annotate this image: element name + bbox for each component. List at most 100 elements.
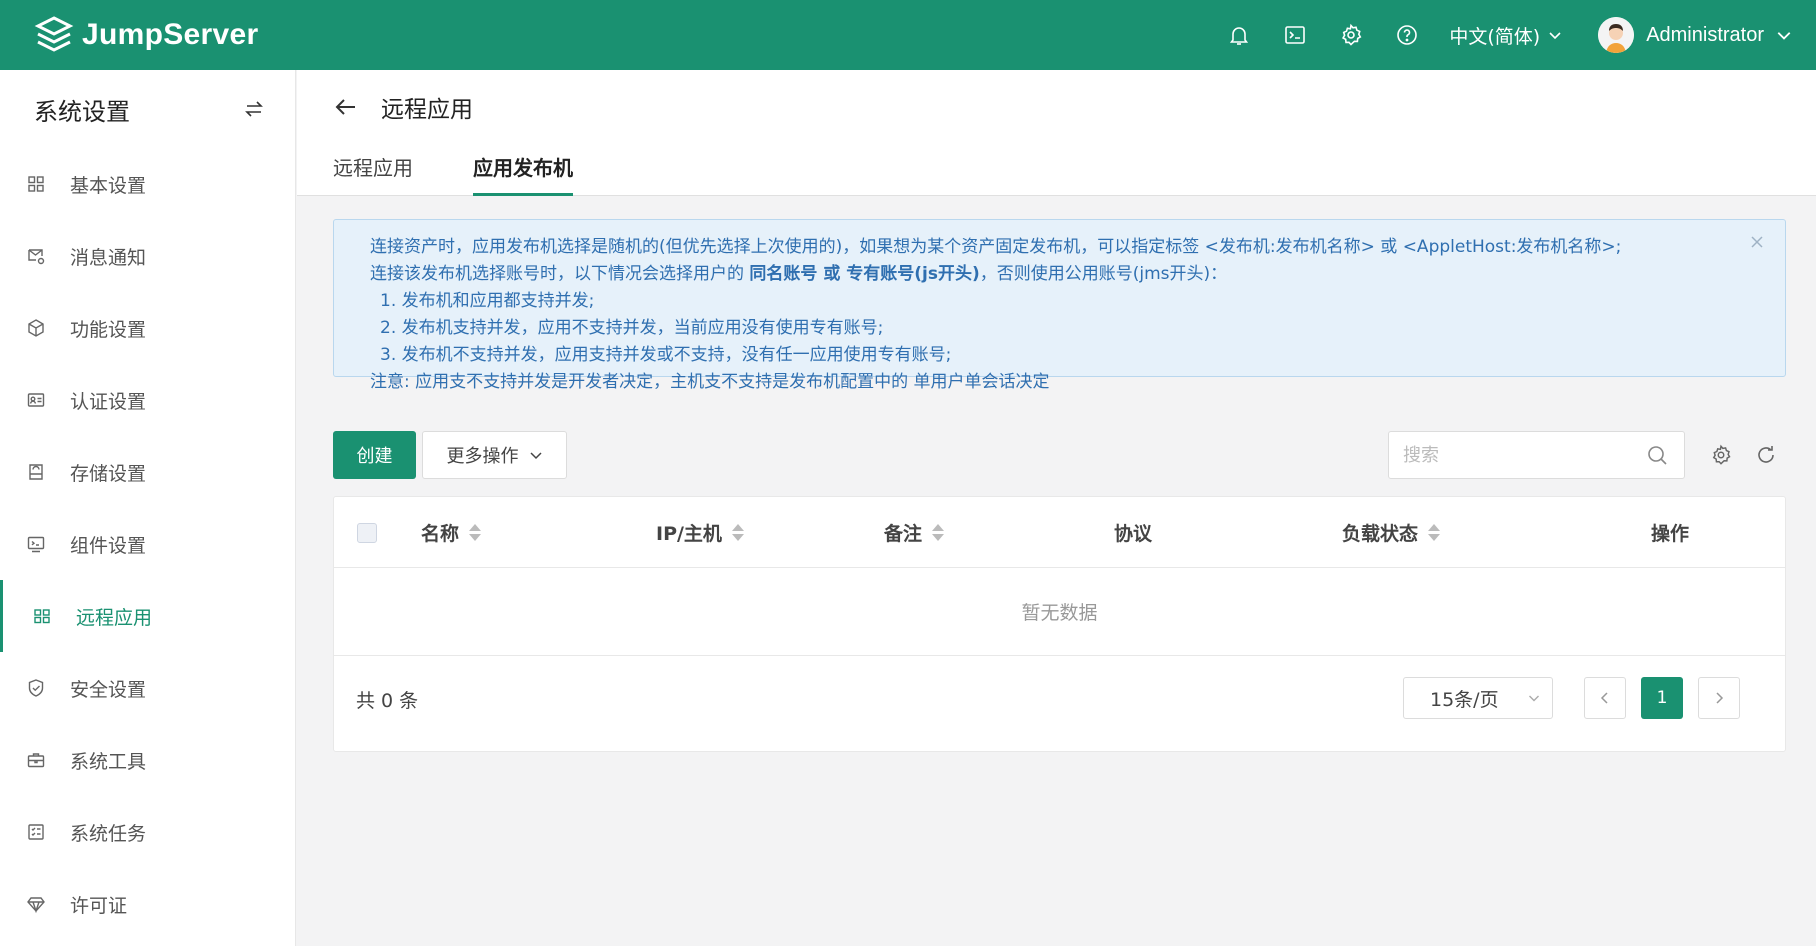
language-label: 中文(简体) (1449, 25, 1541, 48)
create-button[interactable]: 创建 (333, 431, 416, 479)
back-arrow-icon[interactable] (333, 94, 359, 120)
search-icon[interactable] (1646, 444, 1668, 466)
grid-icon (28, 176, 44, 192)
sidebar-item-features[interactable]: 功能设置 (0, 292, 295, 364)
apps-icon (34, 609, 50, 624)
gear-icon (1342, 23, 1362, 46)
sidebar-item-auth[interactable]: 认证设置 (0, 364, 295, 436)
sidebar-item-components[interactable]: 组件设置 (0, 508, 295, 580)
table-toolbar: 创建 更多操作 (333, 431, 1786, 479)
close-icon[interactable] (1749, 234, 1765, 250)
sidebar-item-label: 组件设置 (70, 534, 147, 557)
sidebar-item-remote-apps[interactable]: 远程应用 (0, 580, 295, 652)
sidebar-item-notification[interactable]: 消息通知 (0, 220, 295, 292)
sidebar-item-basic[interactable]: 基本设置 (0, 148, 295, 220)
column-header-comment[interactable]: 备注 (884, 497, 945, 568)
chevron-left-icon (1600, 692, 1608, 704)
user-avatar-icon (1598, 17, 1635, 53)
sidebar-item-storage[interactable]: 存储设置 (0, 436, 295, 508)
alert-item-3: 3. 发布机不支持并发，应用支持并发或不支持，没有任一应用使用专有账号; (380, 345, 952, 365)
sidebar-item-label: 功能设置 (70, 318, 147, 341)
language-selector[interactable]: 中文(简体) (1449, 22, 1562, 49)
pagination: 共 0 条 15条/页 1 (334, 656, 1785, 751)
sort-icon[interactable] (469, 524, 482, 541)
search-box (1388, 431, 1685, 479)
sidebar-item-label: 许可证 (70, 894, 128, 917)
alert-item-1: 1. 发布机和应用都支持并发; (380, 291, 595, 311)
sidebar-item-security[interactable]: 安全设置 (0, 652, 295, 724)
total-count: 共 0 条 (356, 690, 419, 712)
diamond-icon (27, 897, 45, 914)
sidebar-item-tools[interactable]: 系统工具 (0, 724, 295, 796)
id-card-icon (27, 393, 45, 407)
sidebar-item-label: 系统任务 (70, 822, 147, 845)
brand-logo[interactable]: JumpServer (34, 15, 258, 55)
brand-name: JumpServer (82, 18, 259, 51)
user-menu[interactable]: Administrator (1598, 17, 1792, 53)
sidebar-item-label: 远程应用 (76, 606, 153, 629)
column-header-ip[interactable]: IP/主机 (656, 497, 744, 568)
sidebar: 系统设置 基本设置 消息通知 功能设置 认证设置 存储设置 组件设置 远程应用 … (0, 70, 296, 946)
sidebar-title: 系统设置 (34, 97, 130, 126)
info-alert: 连接资产时，应用发布机选择是随机的(但优先选择上次使用的)，如果想为某个资产固定… (333, 219, 1786, 392)
help-button[interactable] (1379, 0, 1435, 70)
chevron-down-icon (1549, 32, 1561, 40)
alert-highlight: 同名账号 或 专有账号(js开头) (749, 264, 980, 284)
avatar (1598, 17, 1635, 53)
more-actions-dropdown[interactable]: 更多操作 (422, 431, 567, 479)
chevron-right-icon (1716, 692, 1724, 704)
column-header-name[interactable]: 名称 (421, 497, 482, 568)
page-title: 远程应用 (381, 97, 473, 123)
column-header-load-status[interactable]: 负载状态 (1342, 497, 1441, 568)
tab-remote-apps[interactable]: 远程应用 (333, 152, 413, 196)
next-page-button[interactable] (1698, 677, 1740, 719)
refresh-icon[interactable] (1755, 444, 1777, 466)
sidebar-item-license[interactable]: 许可证 (0, 868, 295, 940)
search-input[interactable] (1389, 432, 1629, 478)
sidebar-item-label: 消息通知 (70, 246, 147, 269)
sidebar-item-label: 认证设置 (70, 390, 147, 413)
collapse-sidebar-icon[interactable] (243, 98, 265, 120)
main-content: 远程应用 远程应用 应用发布机 连接资产时，应用发布机选择是随机的(但优先选择上… (297, 70, 1816, 946)
alert-item-2: 2. 发布机支持并发，应用不支持并发，当前应用没有使用专有账号; (380, 318, 884, 338)
data-table: 名称 IP/主机 备注 协议 负载状态 操作 暂无数据 共 0 条 15条/页 … (333, 496, 1786, 752)
prev-page-button[interactable] (1584, 677, 1626, 719)
sidebar-item-label: 存储设置 (70, 462, 147, 485)
message-settings-icon (28, 249, 45, 265)
column-header-actions: 操作 (1651, 523, 1690, 545)
top-header: JumpServer 中文(简体) Administrator (0, 0, 1816, 70)
cube-icon (28, 319, 44, 337)
sort-icon[interactable] (1428, 524, 1441, 541)
chevron-down-icon (1777, 32, 1791, 40)
select-all-checkbox[interactable] (357, 523, 377, 543)
jumpserver-logo-icon (34, 16, 74, 52)
sidebar-item-label: 基本设置 (70, 174, 147, 197)
bell-icon (1230, 27, 1249, 45)
username: Administrator (1646, 23, 1764, 46)
monitor-terminal-icon (27, 536, 45, 553)
page-size-select[interactable]: 15条/页 (1403, 677, 1553, 719)
sidebar-item-label: 系统工具 (70, 750, 147, 773)
alert-note: 注意: 应用支不支持并发是开发者决定，主机支不支持是发布机配置中的 单用户单会话… (370, 372, 1050, 392)
task-list-icon (28, 824, 44, 840)
table-header: 名称 IP/主机 备注 协议 负载状态 操作 (334, 497, 1785, 568)
sidebar-item-tasks[interactable]: 系统任务 (0, 796, 295, 868)
chevron-down-icon (529, 452, 542, 460)
column-settings-icon[interactable] (1710, 444, 1732, 466)
notifications-button[interactable] (1211, 0, 1267, 70)
web-terminal-button[interactable] (1267, 0, 1323, 70)
terminal-icon (1285, 26, 1306, 44)
empty-state: 暂无数据 (334, 568, 1785, 656)
sort-icon[interactable] (932, 524, 945, 541)
page-header: 远程应用 远程应用 应用发布机 (297, 70, 1816, 196)
settings-button[interactable] (1323, 0, 1379, 70)
toolbox-icon (27, 753, 45, 768)
sidebar-item-label: 安全设置 (70, 678, 147, 701)
sort-icon[interactable] (731, 524, 744, 541)
shield-check-icon (28, 679, 44, 697)
page-number-current[interactable]: 1 (1641, 677, 1683, 719)
alert-line-2: 连接该发布机选择账号时，以下情况会选择用户的 同名账号 或 专有账号(js开头)… (370, 264, 1228, 284)
help-icon (1397, 25, 1418, 45)
tab-applet-hosts[interactable]: 应用发布机 (473, 152, 573, 196)
tab-bar: 远程应用 应用发布机 (333, 152, 633, 196)
